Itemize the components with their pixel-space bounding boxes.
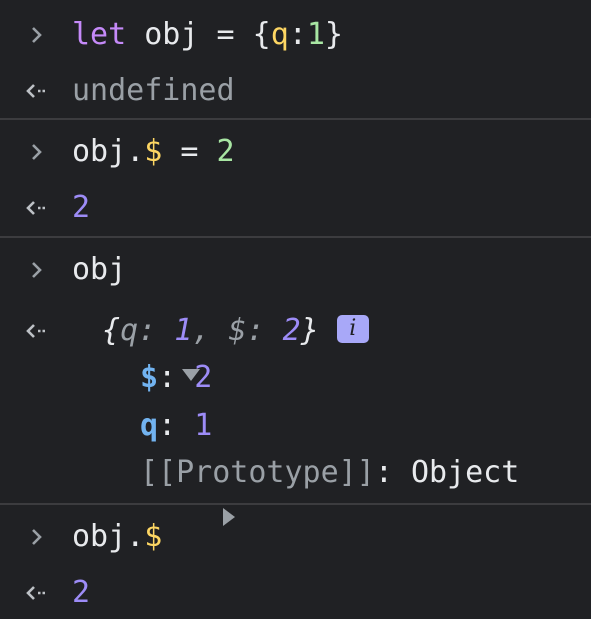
console-output-line: 2 [0,186,591,230]
prototype-separator: : [374,455,411,490]
output-number: 2 [72,575,91,610]
object-preview-line[interactable]: {q: 1, $: 2} i [0,309,591,381]
code-number: 2 [216,134,235,169]
prototype-value: Object [410,455,520,490]
property-separator: : [158,408,195,443]
return-arrow-icon [22,69,52,113]
property-separator: : [158,360,195,395]
code-dot: . [126,134,145,169]
code-identifier: obj [72,134,127,169]
input-code: obj.$ = 2 [72,130,235,174]
prototype-row[interactable]: [[Prototype]]: Object [0,451,591,526]
property-value: 1 [194,408,213,443]
preview-value: 1 [174,313,193,348]
object-property-row: $: 2 [0,356,591,400]
console-panel: let obj = {q:1} undefined obj.$ = 2 2 ob… [0,0,591,619]
return-arrow-icon [22,309,52,353]
output-undefined: undefined [72,73,235,108]
preview-brace-open: { [102,313,121,348]
preview-key: q [120,313,139,348]
entry-divider [0,503,591,505]
code-operator: = [180,134,199,169]
code-identifier: obj [72,519,127,554]
entry-divider [0,236,591,238]
output-number: 2 [72,190,91,225]
property-value: 2 [194,360,213,395]
triangle-right-icon[interactable] [110,451,236,526]
chevron-right-icon [22,130,52,174]
object-preview: {q: 1, $: 2} i [102,309,369,353]
console-input-line[interactable]: let obj = {q:1} [0,13,591,57]
preview-value: 2 [282,313,301,348]
return-arrow-icon [22,186,52,230]
chevron-right-icon [22,13,52,57]
code-operator: = [216,17,235,52]
code-property: $ [144,134,163,169]
input-code: obj.$ [72,515,162,559]
code-property: $ [144,519,163,554]
preview-brace-close: } [300,313,319,348]
input-code: obj [72,252,127,287]
code-colon: : [288,17,307,52]
code-keyword: let [72,17,127,52]
property-key: $ [140,360,159,395]
preview-key: $ [228,313,247,348]
preview-separator: : [138,313,175,348]
preview-separator: : [246,313,283,348]
info-icon[interactable]: i [336,314,369,343]
code-identifier: obj [144,17,199,52]
triangle-down-icon[interactable] [72,309,201,381]
chevron-right-icon [22,248,52,292]
entry-divider [0,118,591,120]
code-brace-open: { [252,17,271,52]
code-number: 1 [306,17,325,52]
property-entry: $: 2 [140,356,212,400]
property-key: q [140,408,159,443]
object-property-row: q: 1 [0,404,591,448]
preview-comma: , [192,313,229,348]
return-arrow-icon [22,571,52,615]
console-output-line: undefined [0,69,591,113]
prototype-label: [[Prototype]] [140,455,375,490]
console-input-line[interactable]: obj [0,248,591,292]
code-dot: . [126,519,145,554]
console-output-line: 2 [0,571,591,615]
console-input-line[interactable]: obj.$ = 2 [0,130,591,174]
property-entry: q: 1 [140,404,212,448]
console-input-line[interactable]: obj.$ [0,515,591,559]
code-property: q [270,17,289,52]
chevron-right-icon [22,515,52,559]
input-code: let obj = {q:1} [72,13,343,57]
code-brace-close: } [324,17,343,52]
prototype-entry: [[Prototype]]: Object [140,451,519,495]
